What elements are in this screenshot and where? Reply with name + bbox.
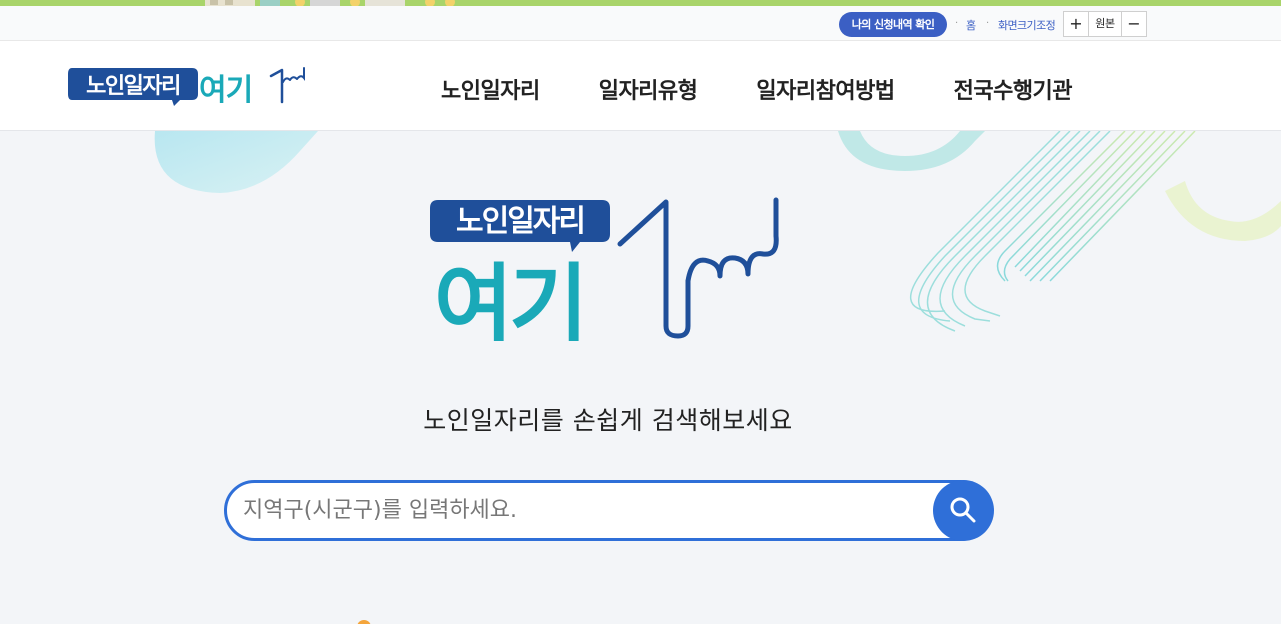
- nav-how-to-join[interactable]: 일자리참여방법: [756, 73, 895, 105]
- search-icon: [950, 497, 976, 523]
- main-nav: 노인일자리 일자리유형 일자리참여방법 전국수행기관: [441, 73, 1131, 105]
- logo-word-text: 여기: [199, 73, 252, 108]
- zoom-label: 화면크기조정: [998, 19, 1056, 32]
- search-input[interactable]: [243, 489, 923, 532]
- home-link[interactable]: 홈: [966, 17, 976, 33]
- main-logo-badge-text: 노인일자리: [456, 204, 584, 239]
- utility-bar: 나의 신청내역 확인 · 홈 · 화면크기조정 + 원본 −: [0, 6, 1281, 41]
- separator-dot: ·: [955, 18, 959, 29]
- zoom-out-button[interactable]: −: [1121, 11, 1147, 37]
- hero-section: 노인일자리 여기 노인일자리를 손쉽게 검색해보세요: [0, 131, 1281, 624]
- main-logo-word-text: 여기: [434, 255, 584, 341]
- nav-job-types[interactable]: 일자리유형: [599, 73, 698, 105]
- separator-dot: ·: [986, 18, 990, 29]
- search-bar: [224, 480, 994, 541]
- zoom-in-button[interactable]: +: [1063, 11, 1089, 37]
- zoom-reset-button[interactable]: 원본: [1088, 11, 1122, 37]
- hero-tagline: 노인일자리를 손쉽게 검색해보세요: [423, 406, 793, 435]
- logo-badge-text: 노인일자리: [86, 74, 180, 99]
- nav-agencies[interactable]: 전국수행기관: [954, 73, 1073, 105]
- zoom-controls: + 원본 −: [1063, 11, 1147, 37]
- main-logo: 노인일자리 여기: [430, 197, 779, 341]
- search-button[interactable]: [933, 480, 994, 541]
- site-header: 노인일자리 여기 노인일자리 일자리유형 일자리참여방법 전국수행기관: [0, 41, 1281, 131]
- site-logo[interactable]: 노인일자리 여기: [68, 66, 308, 108]
- my-application-button[interactable]: 나의 신청내역 확인: [839, 12, 947, 37]
- nav-senior-jobs[interactable]: 노인일자리: [441, 73, 540, 105]
